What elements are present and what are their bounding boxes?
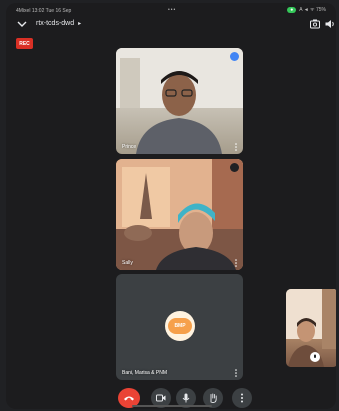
participant-tile[interactable]: Prince (116, 48, 243, 154)
switch-camera-icon[interactable] (309, 18, 321, 30)
multitasking-dots[interactable]: ••• (168, 7, 176, 13)
mic-icon (314, 354, 316, 358)
participant-tile[interactable]: Sally (116, 159, 243, 270)
camera-icon (156, 394, 166, 402)
mic-icon (182, 393, 190, 403)
more-options-button[interactable] (232, 388, 252, 408)
active-speaker-indicator (230, 52, 239, 61)
participant-tile[interactable]: BMP Bani, Marisa & PNM (116, 274, 243, 380)
meeting-code-caret: ▸ (78, 21, 82, 27)
avatar-initials: BMP (168, 318, 192, 334)
more-vert-icon[interactable] (234, 259, 238, 267)
meeting-header: rtx-tcds-dwd ▸ (6, 15, 336, 33)
more-vert-icon[interactable] (234, 369, 238, 377)
more-vert-icon[interactable] (234, 143, 238, 151)
call-indicator-pill[interactable]: ● (287, 7, 297, 13)
muted-mic-indicator (230, 163, 239, 172)
self-view-mic-indicator (310, 352, 320, 362)
raise-hand-icon (210, 393, 217, 403)
participant-avatar: BMP (165, 311, 195, 341)
chevron-down-icon[interactable] (16, 18, 28, 30)
participant-video (116, 48, 243, 154)
self-view-tile[interactable] (286, 289, 336, 367)
meeting-code-text: rtx-tcds-dwd (36, 20, 75, 27)
more-vert-icon (241, 393, 243, 403)
speaker-icon[interactable] (324, 18, 336, 30)
status-right-text: A ◄ ᯤ 75% (299, 7, 326, 13)
meeting-code[interactable]: rtx-tcds-dwd ▸ (36, 20, 81, 27)
participant-name: Bani, Marisa & PNM (122, 370, 168, 376)
participant-name: Sally (122, 260, 133, 266)
meet-window: 4Mixel 13:02 Tue 16 Sep ••• ● A ◄ ᯤ 75% … (6, 3, 336, 409)
recording-badge: REC (16, 38, 33, 49)
end-call-icon (124, 396, 134, 401)
status-indicators: ● A ◄ ᯤ 75% (287, 7, 326, 13)
participant-video (116, 159, 243, 270)
participant-name: Prince (122, 144, 137, 150)
status-time: 4Mixel 13:02 Tue 16 Sep (16, 8, 72, 14)
home-indicator[interactable] (132, 405, 212, 407)
